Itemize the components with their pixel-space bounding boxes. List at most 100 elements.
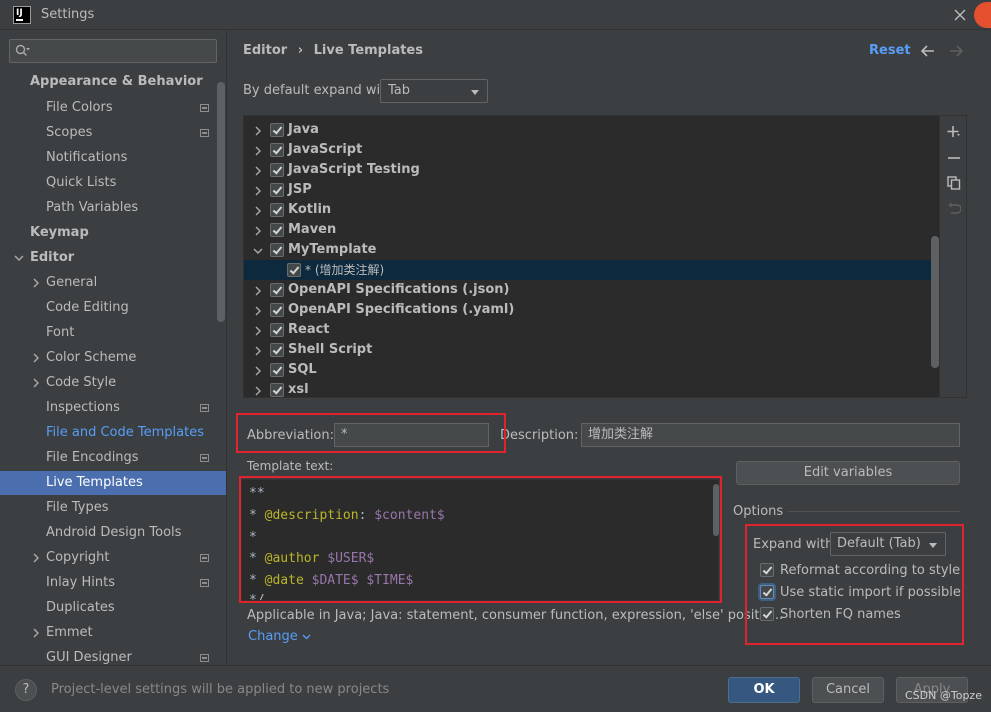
- window-title: Settings: [41, 7, 95, 22]
- sidebar-item-android-design-tools[interactable]: Android Design Tools: [0, 521, 226, 545]
- chevron-right-icon[interactable]: [253, 366, 263, 376]
- close-icon[interactable]: [950, 5, 970, 25]
- add-icon[interactable]: [947, 125, 961, 139]
- templates-scrollbar[interactable]: [931, 236, 939, 368]
- title-bar: [0, 0, 991, 30]
- cancel-button[interactable]: Cancel: [812, 677, 884, 703]
- breadcrumb-separator: ›: [297, 43, 304, 58]
- sidebar-item-keymap[interactable]: Keymap: [0, 221, 226, 245]
- template-group-row[interactable]: Shell Script: [244, 340, 939, 360]
- description-input[interactable]: 增加类注解: [581, 423, 960, 447]
- chevron-down-icon: [302, 634, 311, 639]
- chevron-right-icon[interactable]: [31, 628, 41, 638]
- sidebar-item-code-style[interactable]: Code Style: [0, 371, 226, 395]
- template-group-row[interactable]: JavaScript: [244, 140, 939, 160]
- sidebar-item-live-templates[interactable]: Live Templates: [0, 471, 226, 495]
- template-group-row[interactable]: OpenAPI Specifications (.json): [244, 280, 939, 300]
- default-expand-select[interactable]: Tab: [380, 79, 488, 103]
- live-templates-tree: Java JavaScript JavaScript Testing JSP K…: [243, 115, 940, 398]
- sidebar-item-font[interactable]: Font: [0, 321, 226, 345]
- default-expand-label: By default expand with: [243, 83, 394, 98]
- intellij-app-icon: IJ: [13, 6, 31, 24]
- sidebar-item-path-variables[interactable]: Path Variables: [0, 196, 226, 220]
- chevron-right-icon[interactable]: [253, 226, 263, 236]
- template-group-row[interactable]: MyTemplate: [244, 240, 939, 260]
- sidebar-item-color-scheme[interactable]: Color Scheme: [0, 346, 226, 370]
- group-checkbox[interactable]: [270, 323, 284, 337]
- group-checkbox[interactable]: [270, 223, 284, 237]
- template-group-row[interactable]: SQL: [244, 360, 939, 380]
- chevron-right-icon[interactable]: [253, 346, 263, 356]
- group-checkbox[interactable]: [270, 343, 284, 357]
- template-group-row[interactable]: React: [244, 320, 939, 340]
- chevron-down-icon[interactable]: [14, 253, 24, 263]
- settings-search-input[interactable]: [9, 39, 217, 63]
- sidebar-item-code-editing[interactable]: Code Editing: [0, 296, 226, 320]
- edit-variables-button[interactable]: Edit variables: [736, 461, 960, 485]
- ok-button[interactable]: OK: [728, 677, 800, 703]
- chevron-right-icon[interactable]: [31, 353, 41, 363]
- template-group-row[interactable]: Kotlin: [244, 200, 939, 220]
- chevron-right-icon[interactable]: [253, 146, 263, 156]
- group-checkbox[interactable]: [270, 243, 284, 257]
- template-group-row[interactable]: Java: [244, 120, 939, 140]
- chevron-right-icon[interactable]: [31, 378, 41, 388]
- highlight-box-template-text: [239, 476, 722, 603]
- sidebar-item-scopes[interactable]: Scopes: [0, 121, 226, 145]
- forward-arrow-icon: [948, 44, 964, 58]
- template-group-row[interactable]: JSP: [244, 180, 939, 200]
- group-checkbox[interactable]: [270, 123, 284, 137]
- chevron-down-icon[interactable]: [253, 246, 263, 256]
- chevron-right-icon[interactable]: [253, 126, 263, 136]
- breadcrumb-parent[interactable]: Editor: [243, 43, 287, 58]
- template-item-row[interactable]: * (增加类注解): [244, 260, 939, 280]
- sidebar-item-file-encodings[interactable]: File Encodings: [0, 446, 226, 470]
- sidebar-item-inspections[interactable]: Inspections: [0, 396, 226, 420]
- highlight-box-options: [745, 524, 964, 645]
- group-checkbox[interactable]: [270, 163, 284, 177]
- chevron-right-icon[interactable]: [253, 166, 263, 176]
- template-checkbox[interactable]: [287, 263, 301, 277]
- group-checkbox[interactable]: [270, 363, 284, 377]
- back-arrow-icon[interactable]: [920, 44, 936, 58]
- sidebar-item-copyright[interactable]: Copyright: [0, 546, 226, 570]
- sidebar-item-quick-lists[interactable]: Quick Lists: [0, 171, 226, 195]
- group-checkbox[interactable]: [270, 303, 284, 317]
- chevron-right-icon[interactable]: [253, 286, 263, 296]
- sidebar-item-editor[interactable]: Editor: [0, 246, 226, 270]
- group-checkbox[interactable]: [270, 383, 284, 397]
- sidebar-item-appearance-behavior[interactable]: Appearance & Behavior: [0, 70, 226, 94]
- sidebar-scrollbar[interactable]: [217, 82, 225, 322]
- sidebar-item-general[interactable]: General: [0, 271, 226, 295]
- template-group-row[interactable]: JavaScript Testing: [244, 160, 939, 180]
- templates-toolbar: [941, 115, 967, 398]
- group-checkbox[interactable]: [270, 183, 284, 197]
- template-group-row[interactable]: xsl: [244, 380, 939, 397]
- chevron-right-icon[interactable]: [253, 306, 263, 316]
- sidebar-item-emmet[interactable]: Emmet: [0, 621, 226, 645]
- copy-icon[interactable]: [947, 176, 961, 190]
- chevron-right-icon[interactable]: [253, 186, 263, 196]
- group-checkbox[interactable]: [270, 143, 284, 157]
- chevron-right-icon[interactable]: [253, 326, 263, 336]
- chevron-right-icon[interactable]: [253, 386, 263, 396]
- chevron-right-icon[interactable]: [253, 206, 263, 216]
- sidebar-item-file-colors[interactable]: File Colors: [0, 96, 226, 120]
- group-checkbox[interactable]: [270, 283, 284, 297]
- reset-link[interactable]: Reset: [869, 43, 911, 58]
- sidebar-item-file-types[interactable]: File Types: [0, 496, 226, 520]
- change-contexts-link[interactable]: Change: [248, 629, 311, 644]
- chevron-right-icon[interactable]: [31, 553, 41, 563]
- highlight-box-abbreviation: [236, 413, 506, 453]
- sidebar-item-gui-designer[interactable]: GUI Designer: [0, 646, 226, 665]
- template-group-row[interactable]: OpenAPI Specifications (.yaml): [244, 300, 939, 320]
- sidebar-item-file-and-code-templates[interactable]: File and Code Templates: [0, 421, 226, 445]
- group-checkbox[interactable]: [270, 203, 284, 217]
- sidebar-item-inlay-hints[interactable]: Inlay Hints: [0, 571, 226, 595]
- template-group-row[interactable]: Maven: [244, 220, 939, 240]
- sidebar-item-notifications[interactable]: Notifications: [0, 146, 226, 170]
- chevron-right-icon[interactable]: [31, 278, 41, 288]
- sidebar-item-duplicates[interactable]: Duplicates: [0, 596, 226, 620]
- remove-icon[interactable]: [947, 151, 961, 165]
- help-button[interactable]: ?: [15, 679, 37, 701]
